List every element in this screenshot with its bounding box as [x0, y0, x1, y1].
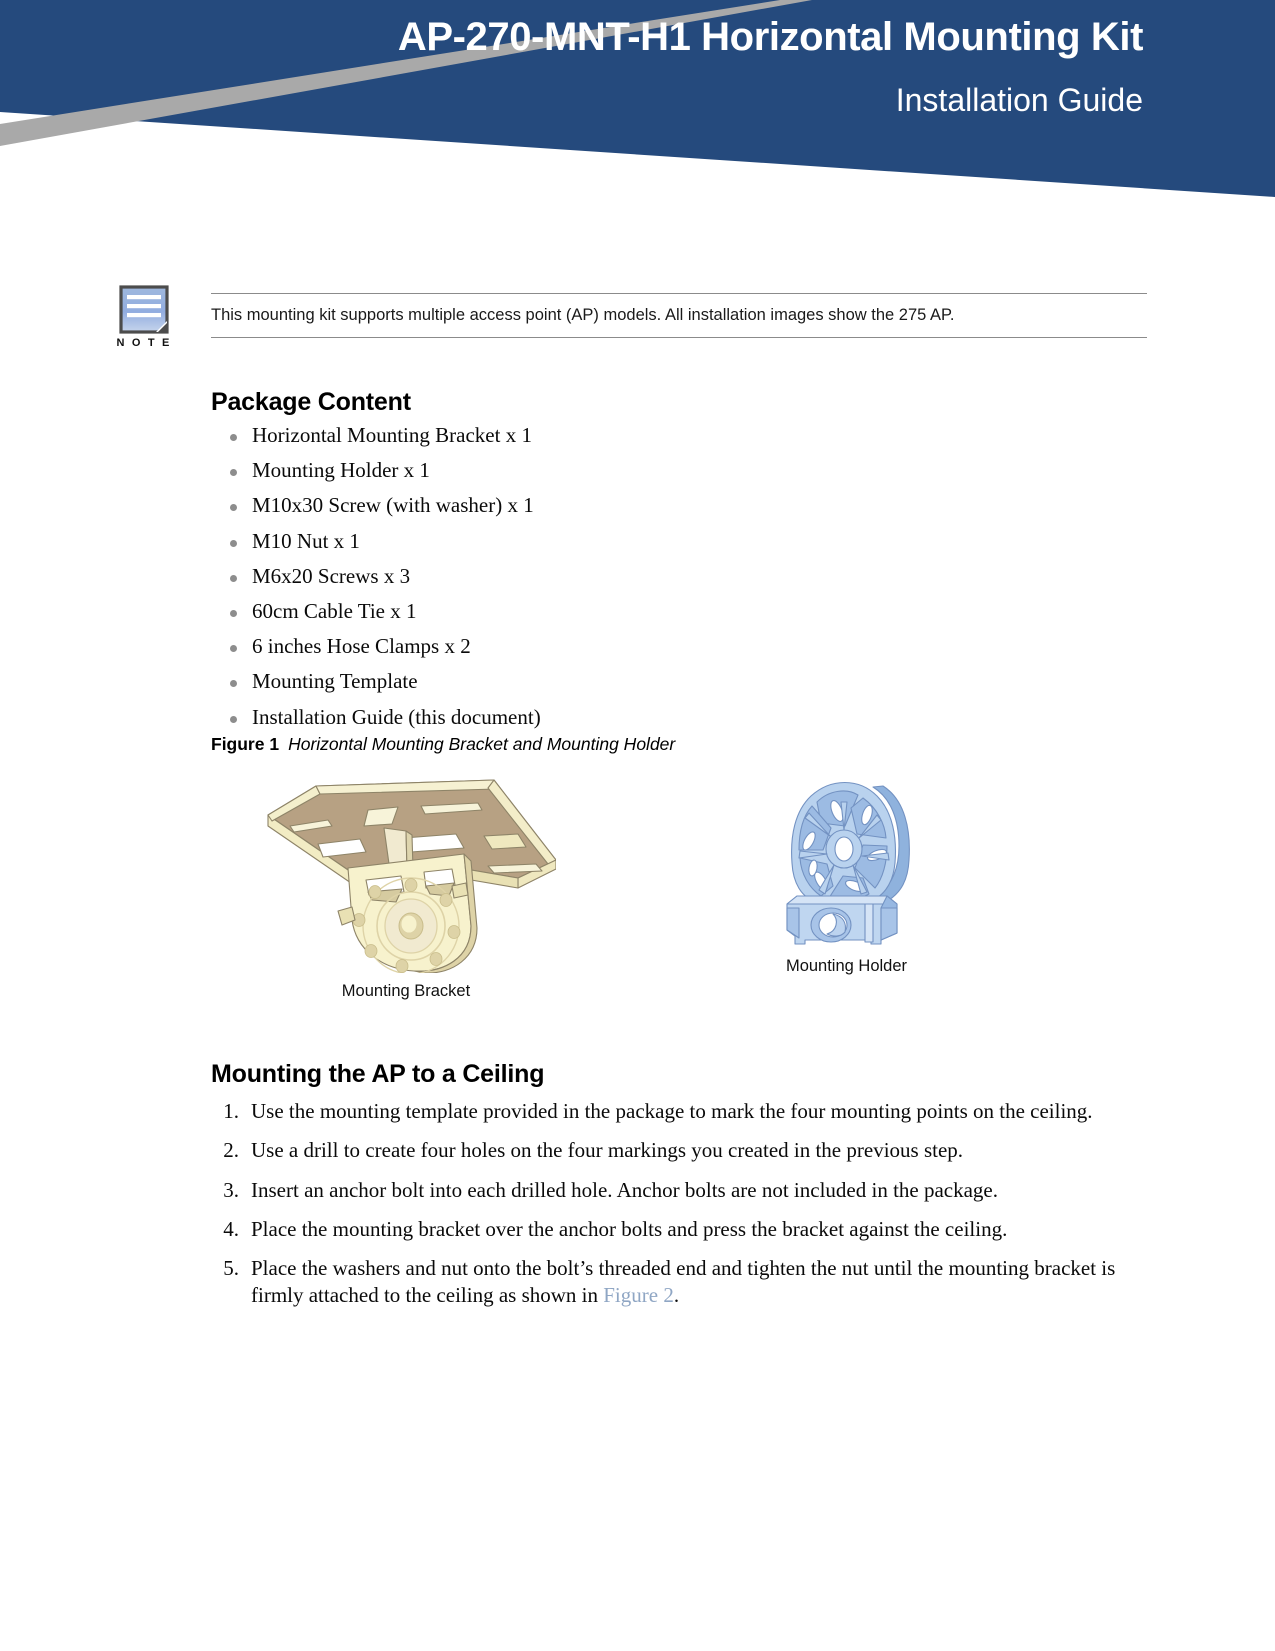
list-item: M10x30 Screw (with washer) x 1: [211, 495, 1111, 516]
figure-number: Figure 1: [211, 734, 280, 754]
list-item-label: 60cm Cable Tie x 1: [252, 598, 417, 623]
list-item-label: M10x30 Screw (with washer) x 1: [252, 493, 534, 518]
step-text: Use a drill to create four holes on the …: [251, 1138, 964, 1163]
step-text-tail: .: [673, 1283, 680, 1308]
step-number: 2.: [223, 1138, 239, 1163]
document-page: AP-270-MNT-H1 Horizontal Mounting Kit In…: [0, 0, 1275, 1651]
package-content-list: Horizontal Mounting Bracket x 1 Mounting…: [211, 425, 1111, 742]
mounting-holder-illustration: [786, 782, 910, 945]
bullet-icon: [230, 574, 237, 582]
note-callout: N O T E This mounting kit supports multi…: [0, 285, 1275, 365]
list-item: 6 inches Hose Clamps x 2: [211, 636, 1111, 657]
step-text: Place the washers and nut onto the bolt’…: [251, 1256, 1116, 1308]
list-item-label: M6x20 Screws x 3: [252, 563, 411, 588]
step-number: 4.: [223, 1216, 239, 1241]
bullet-icon: [230, 680, 237, 688]
list-item: Mounting Template: [211, 671, 1111, 692]
header-text-block: AP-270-MNT-H1 Horizontal Mounting Kit In…: [397, 14, 1144, 120]
bullet-icon: [230, 645, 237, 653]
list-item: 1. Use the mounting template provided in…: [211, 1098, 1151, 1125]
mounting-bracket-illustration: [267, 779, 557, 975]
figure-item-mounting-bracket: Mounting Bracket: [256, 768, 557, 1001]
section-heading-mounting-ap-ceiling: Mounting the AP to a Ceiling: [211, 1060, 545, 1088]
list-item-label: 6 inches Hose Clamps x 2: [252, 634, 471, 659]
step-number: 1.: [223, 1099, 239, 1123]
note-body: This mounting kit supports multiple acce…: [211, 293, 1147, 338]
page-header: AP-270-MNT-H1 Horizontal Mounting Kit In…: [0, 0, 1275, 210]
list-item-label: Mounting Holder x 1: [252, 458, 430, 483]
list-item: Horizontal Mounting Bracket x 1: [211, 425, 1111, 446]
bullet-icon: [230, 504, 237, 512]
bullet-icon: [230, 469, 237, 477]
list-item: Installation Guide (this document): [211, 704, 1111, 729]
step-number: 3.: [223, 1177, 239, 1202]
step-text: Insert an anchor bolt into each drilled …: [251, 1177, 999, 1202]
figure-1-caption: Figure 1 Horizontal Mounting Bracket and …: [211, 734, 675, 755]
list-item: M10 Nut x 1: [211, 528, 1111, 553]
bullet-icon: [230, 715, 237, 723]
page-subtitle: Installation Guide: [895, 82, 1143, 119]
list-item: 4. Place the mounting bracket over the a…: [211, 1216, 1151, 1243]
list-item-label: Installation Guide (this document): [252, 704, 541, 729]
step-number: 5.: [223, 1256, 239, 1281]
mounting-steps-list: 1. Use the mounting template provided in…: [211, 1098, 1151, 1322]
note-label: N O T E: [116, 337, 172, 349]
list-item: Mounting Holder x 1: [211, 460, 1111, 481]
list-item: M6x20 Screws x 3: [211, 563, 1111, 588]
note-icon-group: N O T E: [113, 285, 175, 349]
list-item-label: M10 Nut x 1: [252, 528, 360, 553]
page-content: N O T E This mounting kit supports multi…: [0, 210, 1275, 1307]
list-item: 2. Use a drill to create four holes on t…: [211, 1137, 1151, 1164]
list-item: 3. Insert an anchor bolt into each drill…: [211, 1177, 1151, 1204]
list-item: 60cm Cable Tie x 1: [211, 598, 1111, 623]
figure-2-cross-reference-link[interactable]: Figure 2: [603, 1283, 674, 1307]
step-text: Place the mounting bracket over the anch…: [251, 1216, 1008, 1241]
bullet-icon: [230, 434, 237, 441]
step-text: Use the mounting template provided in th…: [251, 1099, 1093, 1123]
page-title: AP-270-MNT-H1 Horizontal Mounting Kit: [397, 15, 1144, 59]
note-text: This mounting kit supports multiple acce…: [211, 306, 955, 324]
note-document-icon: [119, 285, 169, 334]
section-heading-package-content: Package Content: [211, 388, 411, 416]
bullet-icon: [230, 609, 237, 617]
figure-item-mounting-holder: Mounting Holder: [759, 768, 934, 976]
figure-item-label: Mounting Bracket: [341, 982, 471, 1000]
list-item-label: Mounting Template: [252, 669, 418, 694]
figure-item-label: Mounting Holder: [785, 957, 908, 975]
figure-title: Horizontal Mounting Bracket and Mounting…: [288, 734, 676, 754]
list-item-label: Horizontal Mounting Bracket x 1: [252, 423, 532, 447]
bullet-icon: [230, 539, 237, 547]
figure-1-image-area: Mounting Bracket Mounting Holder: [211, 768, 1151, 1018]
list-item: 5. Place the washers and nut onto the bol…: [211, 1255, 1151, 1310]
